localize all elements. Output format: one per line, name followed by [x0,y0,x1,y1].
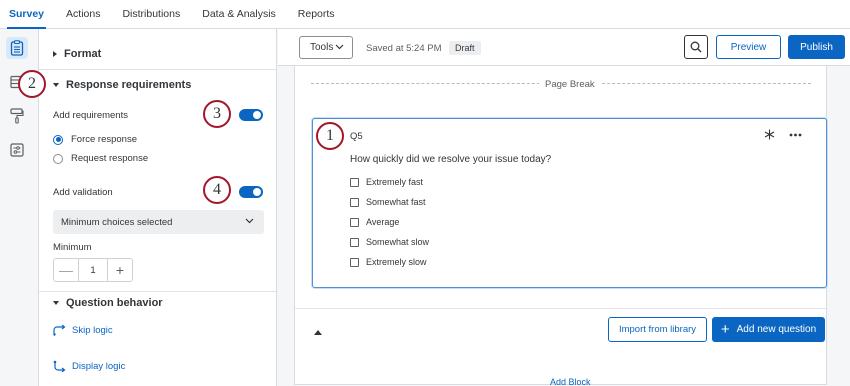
force-response-option[interactable]: Force response [53,134,137,145]
choice-checkbox[interactable] [350,177,359,187]
force-response-radio[interactable] [53,134,63,145]
question-id: Q5 [350,131,363,142]
tab-survey[interactable]: Survey [6,0,47,29]
draft-badge: Draft [449,41,481,55]
format-section-toggle[interactable]: Format [53,48,101,60]
caret-down-icon [53,301,59,305]
callout-2: 2 [18,70,46,98]
choice-label: Extremely slow [366,257,427,267]
skip-logic-icon [53,325,66,336]
choice-item[interactable]: Somewhat fast [350,197,426,207]
edit-question-panel: Format Response requirements Add require… [39,29,277,386]
top-nav: Survey Actions Distributions Data & Anal… [0,0,850,29]
validation-type-select[interactable]: Minimum choices selected [53,210,264,234]
add-new-question-button[interactable]: + Add new question [712,317,825,342]
question-behavior-toggle[interactable]: Question behavior [53,297,163,309]
tools-label: Tools [310,42,334,53]
choice-item[interactable]: Somewhat slow [350,237,429,247]
skip-logic-link[interactable]: Skip logic [53,325,113,336]
choice-label: Extremely fast [366,177,424,187]
tab-distributions[interactable]: Distributions [122,0,180,28]
minimum-stepper: — 1 + [53,258,133,282]
question-card[interactable]: Q5 How quickly did we resolve your issue… [312,118,827,288]
choice-item[interactable]: Average [350,217,399,227]
request-response-option[interactable]: Request response [53,153,148,164]
display-logic-icon [53,360,66,372]
force-response-label: Force response [71,134,138,145]
question-text[interactable]: How quickly did we resolve your issue to… [350,154,551,165]
divider [39,69,276,70]
response-requirements-toggle[interactable]: Response requirements [53,79,191,91]
more-options-icon[interactable] [789,133,802,137]
minimum-label: Minimum [53,242,92,253]
divider [39,291,276,292]
required-asterisk-icon[interactable] [764,129,775,140]
survey-icon[interactable] [6,37,28,59]
caret-down-icon [53,83,59,87]
block-footer-divider [295,308,826,309]
add-block-link[interactable]: Add Block [550,377,591,386]
request-response-label: Request response [71,153,149,164]
tab-data-analysis[interactable]: Data & Analysis [202,0,276,28]
caret-right-icon [53,51,57,57]
sliders-icon[interactable] [6,139,28,161]
skip-logic-label: Skip logic [72,325,113,336]
collapse-block-icon[interactable] [314,326,322,338]
choice-label: Somewhat fast [366,197,426,207]
choice-checkbox[interactable] [350,197,359,207]
import-from-library-button[interactable]: Import from library [608,317,707,342]
choice-label: Somewhat slow [366,237,430,247]
search-icon [690,41,702,53]
chevron-down-icon [335,44,344,50]
search-button[interactable] [684,35,708,59]
display-logic-label: Display logic [72,360,126,372]
add-requirements-label: Add requirements [53,110,128,121]
choice-checkbox[interactable] [350,237,359,247]
tab-reports[interactable]: Reports [298,0,335,28]
add-validation-toggle[interactable] [239,186,263,198]
choice-label: Average [366,217,400,227]
callout-1: 1 [316,122,344,150]
survey-toolbar: Tools Saved at 5:24 PM Draft Preview Pub… [278,29,850,66]
format-section-label: Format [64,48,102,60]
survey-block: Page Break Q5 How quickly did we resolve… [294,66,827,385]
publish-button[interactable]: Publish [788,35,845,59]
page-break-label: Page Break [539,79,601,90]
validation-type-value: Minimum choices selected [61,216,173,228]
survey-canvas: Tools Saved at 5:24 PM Draft Preview Pub… [278,29,850,386]
paint-roller-icon[interactable] [6,105,28,127]
choice-checkbox[interactable] [350,257,359,267]
preview-button[interactable]: Preview [716,35,781,59]
decrement-button[interactable]: — [54,259,78,281]
add-requirements-toggle[interactable] [239,109,263,121]
choice-item[interactable]: Extremely slow [350,257,427,267]
choice-checkbox[interactable] [350,217,359,227]
chevron-down-icon [245,218,254,224]
question-actions [750,129,802,140]
saved-status: Saved at 5:24 PM [366,43,442,54]
tools-button[interactable]: Tools [299,36,353,59]
tab-actions[interactable]: Actions [66,0,100,28]
add-validation-label: Add validation [53,187,113,198]
response-requirements-title: Response requirements [66,79,192,91]
add-new-question-label: Add new question [736,324,817,335]
plus-icon: + [720,320,730,338]
increment-button[interactable]: + [108,259,132,281]
minimum-value[interactable]: 1 [78,259,108,281]
question-behavior-title: Question behavior [66,297,163,309]
display-logic-link[interactable]: Display logic [53,360,125,372]
callout-3: 3 [203,100,231,128]
request-response-radio[interactable] [53,153,63,164]
callout-4: 4 [203,176,231,204]
choice-item[interactable]: Extremely fast [350,177,423,187]
